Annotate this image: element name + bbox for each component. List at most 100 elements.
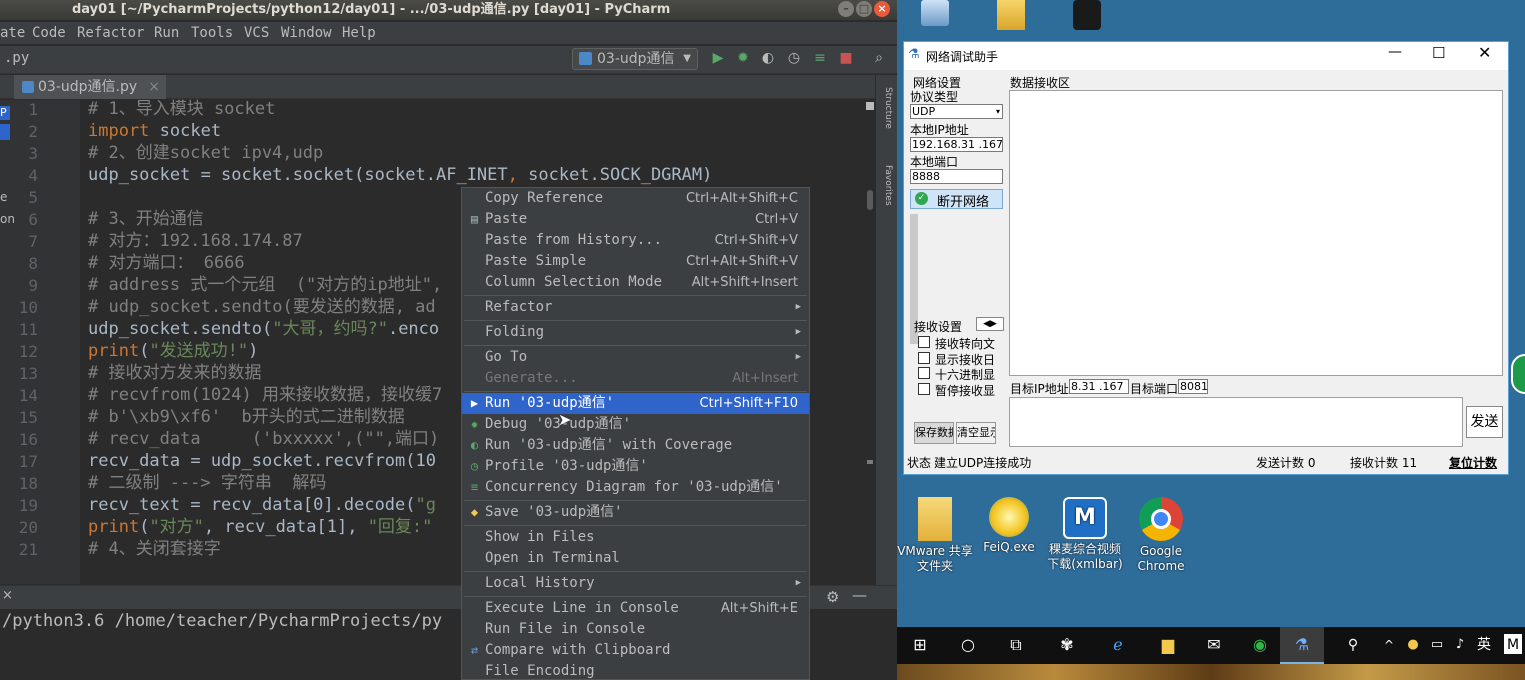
favorites-tool-button[interactable]: Favorites	[880, 165, 893, 206]
people-icon[interactable]: ⚲	[1342, 634, 1364, 656]
close-icon[interactable]: ×	[2, 588, 13, 603]
menu-item[interactable]: ⇄ Compare with Clipboard	[462, 640, 809, 661]
code-line[interactable]: # address 式一个元组 ("对方的ip地址",	[88, 274, 442, 296]
gear-icon[interactable]: ⚙	[826, 588, 839, 606]
code-line[interactable]: # recv_data ('bxxxxx',("",端口)	[88, 428, 439, 450]
reset-count-link[interactable]: 复位计数	[1449, 454, 1497, 471]
close-button[interactable]: ✕	[1478, 43, 1491, 62]
editor-scrollbar[interactable]	[864, 100, 876, 584]
menu-item[interactable]: ◷ Profile '03-udp通信'	[462, 456, 809, 477]
menu-item[interactable]: Column Selection Mode Alt+Shift+Insert	[462, 272, 809, 293]
arrow-scroll-buttons[interactable]: ◀▶	[976, 317, 1004, 331]
scroll-thumb[interactable]	[867, 190, 873, 210]
code-line[interactable]: # 接收对方发来的数据	[88, 362, 261, 384]
code-line[interactable]: udp_socket.sendto("大哥，约吗?".enco	[88, 318, 439, 340]
edge-icon[interactable]: ℯ	[1105, 634, 1131, 656]
local-port-input[interactable]: 8888	[910, 169, 1003, 184]
ime-indicator[interactable]: 英	[1474, 634, 1494, 656]
menu-navigate[interactable]: ate	[0, 22, 25, 44]
code-line[interactable]: import socket	[88, 120, 221, 142]
code-line[interactable]: udp_socket = socket.socket(socket.AF_INE…	[88, 164, 712, 186]
protocol-select[interactable]: UDP ▾	[910, 104, 1003, 119]
minimize-panel-icon[interactable]: —	[852, 586, 867, 604]
menu-vcs[interactable]: VCS	[244, 22, 269, 44]
run-icon[interactable]: ▶	[710, 50, 726, 66]
app-icon[interactable]: ✾	[1054, 634, 1080, 656]
menu-item[interactable]: Open in Terminal	[462, 548, 809, 569]
debug-icon[interactable]: ✹	[735, 50, 751, 66]
desktop-icon-vmware[interactable]: VMware 共享文件夹	[897, 497, 973, 574]
profile-icon[interactable]: ◷	[786, 50, 802, 66]
menu-item[interactable]: File Encoding	[462, 661, 809, 679]
code-line[interactable]: # 对方端口： 6666	[88, 252, 245, 274]
close-button[interactable]: ×	[874, 1, 890, 17]
code-line[interactable]: recv_text = recv_data[0].decode("g	[88, 494, 436, 516]
floating-widget[interactable]	[1511, 354, 1525, 394]
menu-tools[interactable]: Tools	[191, 22, 233, 44]
menu-window[interactable]: Window	[281, 22, 332, 44]
recycle-bin-icon[interactable]	[921, 0, 949, 26]
code-line[interactable]: print("对方", recv_data[1], "回复:"	[88, 516, 432, 538]
code-line[interactable]: # 2、创建socket ipv4,udp	[88, 142, 323, 164]
menu-item[interactable]: Run File in Console	[462, 619, 809, 640]
menu-item[interactable]: Show in Files	[462, 527, 809, 548]
menu-item[interactable]: Folding ▶	[462, 322, 809, 343]
menu-item[interactable]: Paste Simple Ctrl+Alt+Shift+V	[462, 251, 809, 272]
clear-display-button[interactable]: 清空显示	[956, 422, 996, 444]
ime-mode-icon[interactable]: M	[1504, 634, 1522, 654]
menu-help[interactable]: Help	[342, 22, 376, 44]
windows-start-icon[interactable]: ⊞	[908, 634, 932, 656]
menu-item[interactable]: ≡ Concurrency Diagram for '03-udp通信'	[462, 477, 809, 498]
checkbox-receive-to-file[interactable]	[918, 336, 930, 348]
tray-app-icon[interactable]: ●	[1404, 634, 1422, 656]
menu-item[interactable]: ✹ Debug '03-udp通信'	[462, 414, 809, 435]
code-line[interactable]: print("发送成功!")	[88, 340, 258, 362]
save-data-button[interactable]: 保存数据	[914, 422, 954, 444]
breadcrumb[interactable]: .py	[4, 50, 29, 66]
menu-item[interactable]: Refactor ▶	[462, 297, 809, 318]
target-ip-input[interactable]: 8.31 .167	[1069, 379, 1129, 394]
tab-close-icon[interactable]: ×	[148, 75, 160, 99]
send-textarea[interactable]	[1009, 397, 1463, 447]
menu-item[interactable]: Local History ▶	[462, 573, 809, 594]
send-button[interactable]: 发送	[1466, 406, 1503, 438]
code-line[interactable]: # recvfrom(1024) 用来接收数据，接收缓7	[88, 384, 442, 406]
menu-item[interactable]: Paste from History... Ctrl+Shift+V	[462, 230, 809, 251]
code-line[interactable]: # 1、导入模块 socket	[88, 98, 275, 120]
desktop-icon-chrome[interactable]: Google Chrome	[1123, 497, 1199, 574]
checkbox-hex-display[interactable]	[918, 367, 930, 379]
cortana-search-icon[interactable]: ○	[956, 634, 980, 656]
menu-item[interactable]: ◆ Save '03-udp通信'	[462, 502, 809, 523]
tray-chevron-icon[interactable]: ^	[1380, 634, 1398, 656]
folder-icon[interactable]	[997, 0, 1025, 30]
menu-item[interactable]: ▶ Run '03-udp通信' Ctrl+Shift+F10	[462, 393, 809, 414]
desktop-icon-xmlbar[interactable]: M 稞麦综合视频下载(xmlbar)	[1047, 497, 1123, 572]
file-explorer-icon[interactable]: ▆	[1155, 634, 1181, 656]
code-line[interactable]: # udp_socket.sendto(要发送的数据, ad	[88, 296, 436, 318]
code-line[interactable]: # b'\xb9\xf6' b开头的式二进制数据	[88, 406, 405, 428]
menu-item[interactable]: ▤ Paste Ctrl+V	[462, 209, 809, 230]
code-line[interactable]: # 对方：192.168.174.87	[88, 230, 303, 252]
receive-textarea[interactable]	[1009, 90, 1503, 376]
menu-item[interactable]: Execute Line in Console Alt+Shift+E	[462, 598, 809, 619]
desktop-icon-feiq[interactable]: FeiQ.exe	[971, 497, 1047, 555]
concurrency-icon[interactable]: ≡	[812, 50, 828, 66]
menu-code[interactable]: Code	[32, 22, 66, 44]
minimize-button[interactable]: –	[838, 1, 854, 17]
coverage-icon[interactable]: ◐	[760, 50, 776, 66]
menu-refactor[interactable]: Refactor	[77, 22, 144, 44]
tab-03-udp[interactable]: 03-udp通信.py ×	[14, 75, 166, 99]
local-ip-input[interactable]: 192.168.31 .167	[910, 137, 1003, 152]
stop-icon[interactable]: ■	[838, 50, 854, 66]
menu-item[interactable]: Copy Reference Ctrl+Alt+Shift+C	[462, 188, 809, 209]
menu-run[interactable]: Run	[154, 22, 179, 44]
target-port-input[interactable]: 8081	[1178, 379, 1208, 394]
code-line[interactable]: # 二级制 ---> 字符串 解码	[88, 472, 326, 494]
maximize-button[interactable]: ☐	[1432, 44, 1445, 62]
mail-icon[interactable]: ✉	[1201, 634, 1227, 656]
search-icon[interactable]: ⌕	[871, 50, 887, 66]
browser-360-icon[interactable]: ◉	[1247, 634, 1273, 656]
checkbox-show-log[interactable]	[918, 352, 930, 364]
minimize-button[interactable]: —	[1388, 44, 1402, 60]
run-config-select[interactable]: 03-udp通信 ▼	[572, 48, 698, 70]
